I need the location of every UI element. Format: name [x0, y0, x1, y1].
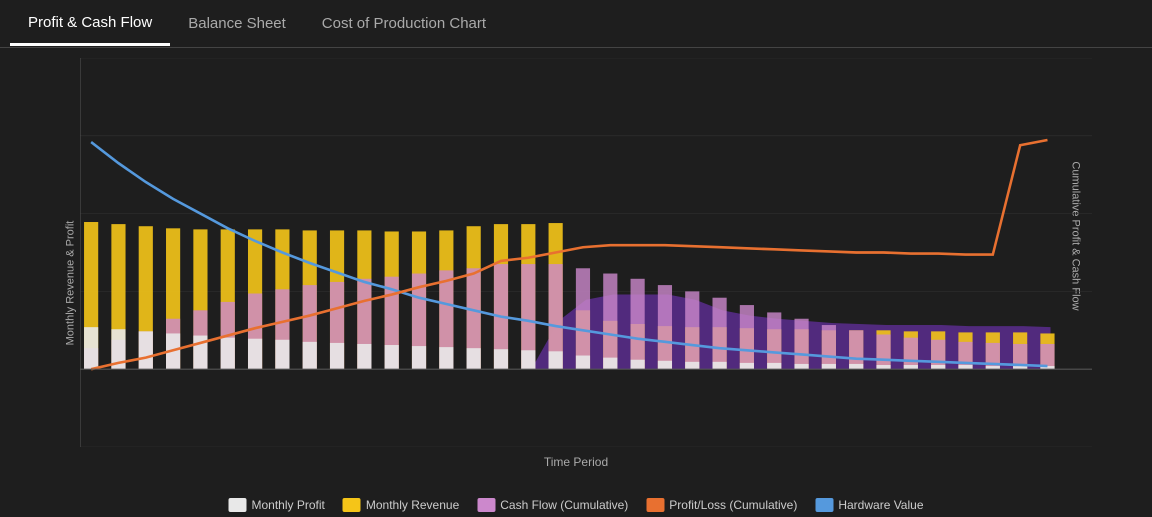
legend-swatch-cashflow [477, 498, 495, 512]
y-axis-left-label: Monthly Revenue & Profit [64, 220, 76, 345]
legend-swatch-profit [229, 498, 247, 512]
legend-monthly-profit: Monthly Profit [229, 498, 325, 512]
legend-label-cashflow: Cash Flow (Cumulative) [500, 498, 628, 512]
legend-label-hardware: Hardware Value [838, 498, 923, 512]
legend-profitloss: Profit/Loss (Cumulative) [646, 498, 797, 512]
app-container: Profit & Cash Flow Balance Sheet Cost of… [0, 0, 1152, 517]
chart-svg: 0.20 BTC 0.00 BTC 2.00 BTC 1.50 BTC 1.00… [80, 58, 1092, 447]
legend-hardware: Hardware Value [815, 498, 923, 512]
tab-cost-production[interactable]: Cost of Production Chart [304, 3, 504, 44]
tab-bar: Profit & Cash Flow Balance Sheet Cost of… [0, 0, 1152, 48]
x-axis-label: Time Period [544, 455, 608, 469]
legend-cashflow: Cash Flow (Cumulative) [477, 498, 628, 512]
legend-swatch-hardware [815, 498, 833, 512]
legend-label-revenue: Monthly Revenue [366, 498, 459, 512]
legend-monthly-revenue: Monthly Revenue [343, 498, 459, 512]
tab-balance-sheet[interactable]: Balance Sheet [170, 3, 304, 44]
legend-swatch-revenue [343, 498, 361, 512]
legend-swatch-profitloss [646, 498, 664, 512]
chart-legend: Monthly Profit Monthly Revenue Cash Flow… [229, 498, 924, 512]
legend-label-profit: Monthly Profit [252, 498, 325, 512]
tab-profit-cashflow[interactable]: Profit & Cash Flow [10, 2, 170, 46]
chart-area: Monthly Revenue & Profit Cumulative Prof… [0, 48, 1152, 517]
legend-label-profitloss: Profit/Loss (Cumulative) [669, 498, 797, 512]
chart-wrapper: 0.20 BTC 0.00 BTC 2.00 BTC 1.50 BTC 1.00… [80, 58, 1092, 447]
